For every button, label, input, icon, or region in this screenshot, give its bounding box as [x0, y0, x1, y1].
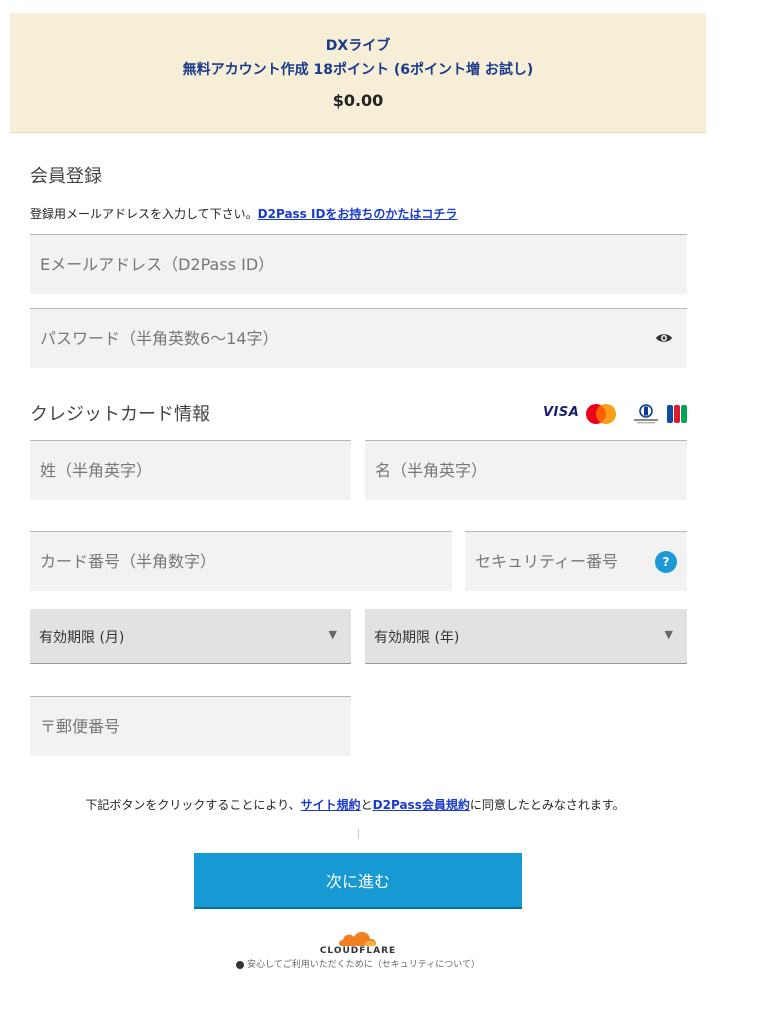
password-field-wrapper: [30, 308, 687, 368]
banner-subtitle: 無料アカウント作成 18ポイント (6ポイント増 お試し): [182, 62, 534, 78]
first-name-field[interactable]: [365, 441, 687, 500]
expiry-year-select[interactable]: 有効期限 (年) ▼: [365, 609, 687, 664]
password-field[interactable]: [30, 309, 687, 368]
last-name-field[interactable]: [30, 441, 351, 500]
email-hint-text: 登録用メールアドレスを入力して下さい。: [30, 207, 258, 221]
show-password-eye-icon[interactable]: [655, 331, 673, 345]
cloudflare-brand: CLOUDFLARE: [319, 946, 397, 956]
last-name-field-wrapper: [30, 440, 351, 500]
visa-icon: VISA: [543, 405, 580, 420]
security-help-icon[interactable]: ?: [655, 551, 677, 573]
security-code-field-wrapper: ?: [465, 531, 687, 591]
agreement-middle: と: [360, 798, 373, 812]
jcb-icon: [667, 405, 687, 423]
banner-title: DXライブ: [325, 38, 391, 54]
email-hint: 登録用メールアドレスを入力して下さい。D2Pass IDをお持ちのかたはコチラ: [30, 205, 457, 222]
diners-club-icon: [634, 404, 658, 424]
agreement-suffix: に同意したとみなされます。: [469, 798, 625, 812]
card-number-field[interactable]: [30, 532, 452, 591]
card-number-field-wrapper: [30, 531, 452, 591]
postal-code-field[interactable]: [30, 697, 351, 756]
security-code-field[interactable]: [465, 532, 687, 591]
agreement-text: 下記ボタンをクリックすることにより、サイト規約とD2Pass会員規約に同意したと…: [0, 796, 710, 813]
d2pass-terms-link[interactable]: D2Pass会員規約: [373, 798, 470, 812]
registration-title: 会員登録: [30, 166, 102, 187]
dropdown-arrow-icon: ▼: [664, 628, 673, 641]
product-banner: DXライブ 無料アカウント作成 18ポイント (6ポイント増 お試し) $0.0…: [10, 13, 706, 133]
d2pass-login-link[interactable]: D2Pass IDをお持ちのかたはコチラ: [258, 207, 458, 221]
site-terms-link[interactable]: サイト規約: [301, 798, 361, 812]
first-name-field-wrapper: [365, 440, 687, 500]
lock-icon: [236, 960, 245, 969]
security-note[interactable]: 安心してご利用いただくために（セキュリティについて）: [0, 957, 716, 970]
next-button[interactable]: 次に進む: [194, 853, 522, 907]
dropdown-arrow-icon: ▼: [328, 628, 337, 641]
divider: [358, 829, 359, 839]
expiry-month-select[interactable]: 有効期限 (月) ▼: [30, 609, 351, 664]
cloudflare-badge: CLOUDFLARE 安心してご利用いただくために（セキュリティについて）: [0, 928, 716, 970]
cloudflare-logo-icon: [339, 931, 377, 946]
email-field[interactable]: [30, 235, 687, 294]
credit-card-title: クレジットカード情報: [30, 404, 210, 425]
banner-price: $0.00: [332, 91, 384, 110]
mastercard-icon: [586, 404, 616, 424]
expiry-month-label: 有効期限 (月): [39, 630, 125, 646]
email-field-wrapper: [30, 234, 687, 294]
agreement-prefix: 下記ボタンをクリックすることにより、: [85, 798, 301, 812]
security-note-text: 安心してご利用いただくために（セキュリティについて）: [247, 960, 480, 970]
postal-code-field-wrapper: [30, 696, 351, 756]
expiry-year-label: 有効期限 (年): [374, 630, 460, 646]
